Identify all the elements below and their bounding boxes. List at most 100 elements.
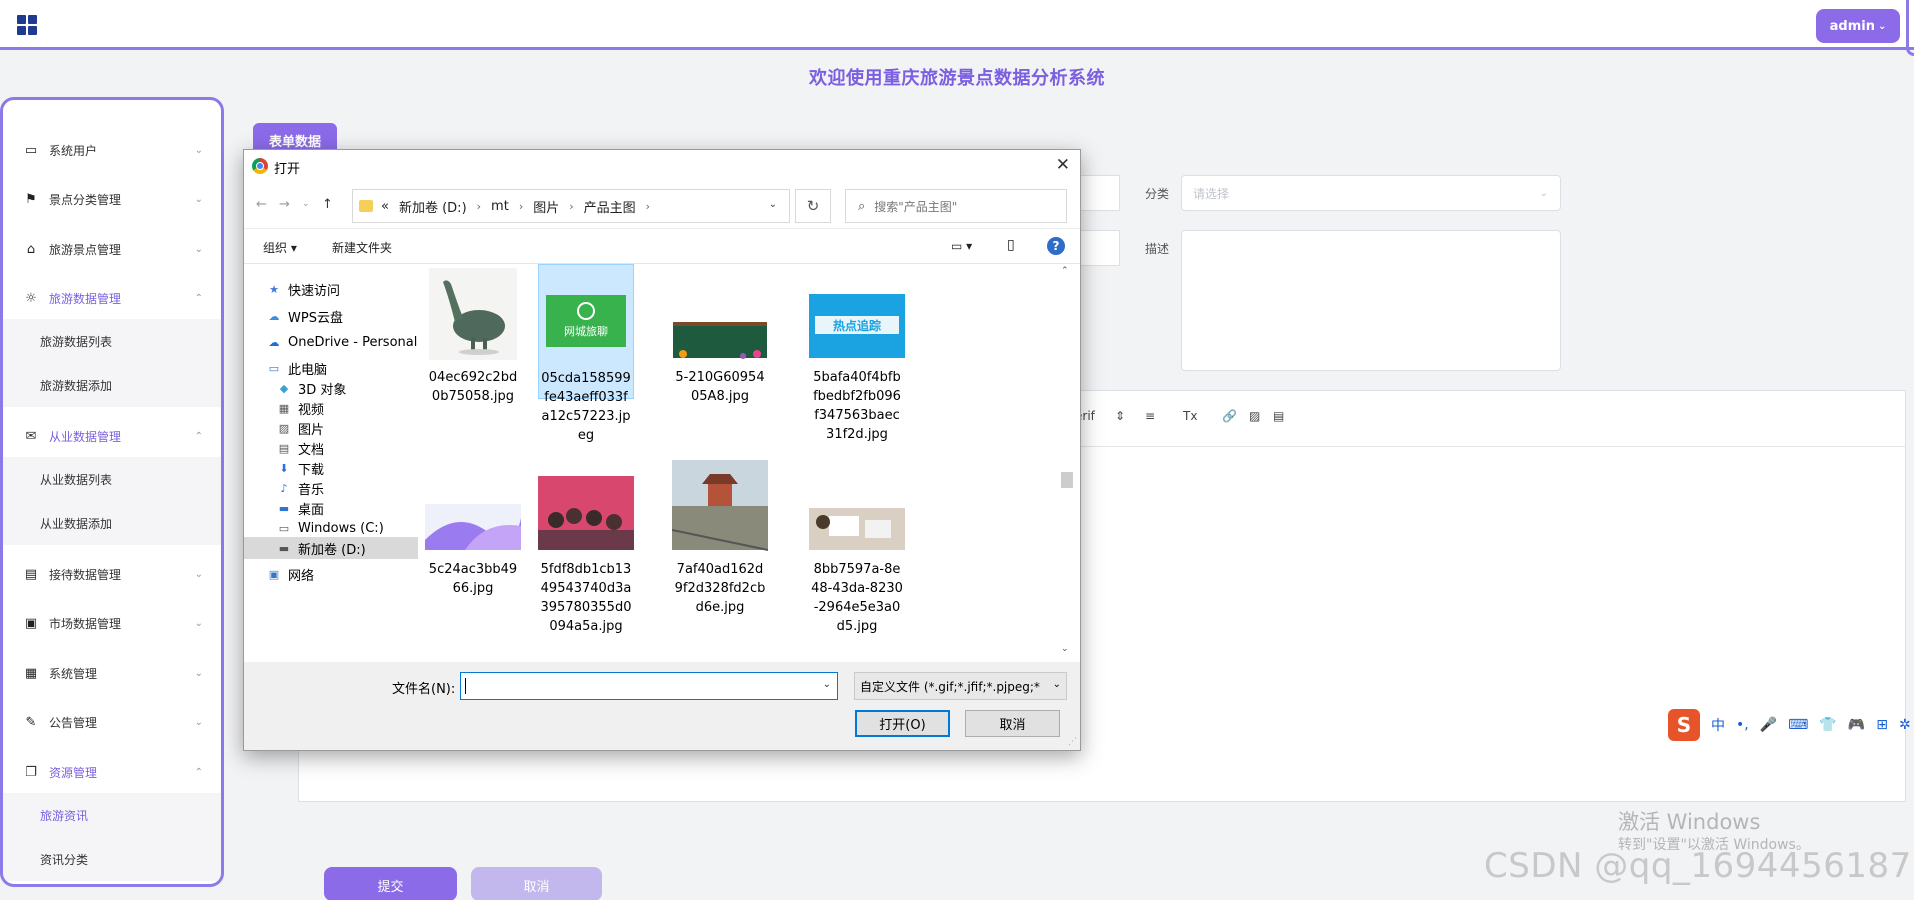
sun-icon: ☼ — [25, 290, 37, 306]
sidebar-item-employment[interactable]: ✉ 从业数据管理 ⌃ — [3, 416, 221, 456]
nav-this-pc[interactable]: ▭ 此电脑 — [266, 357, 327, 379]
image-icon[interactable]: ▨ — [1249, 409, 1260, 423]
chevron-down-icon[interactable]: ⌄ — [823, 679, 831, 690]
nav-drive-c[interactable]: ▭ Windows (C:) — [276, 517, 384, 539]
video-icon[interactable]: ▤ — [1273, 409, 1284, 423]
file-item[interactable]: 5c24ac3bb4966.jpg — [425, 460, 521, 598]
sidebar-item-market[interactable]: ▣ 市场数据管理 ⌄ — [3, 603, 221, 643]
preview-pane-icon[interactable]: ▯ — [1007, 237, 1015, 253]
scroll-down-icon[interactable]: ⌄ — [1061, 644, 1069, 654]
breadcrumb-item[interactable]: 产品主图 — [584, 197, 636, 216]
sidebar-subitem-employment-add[interactable]: 从业数据添加 — [3, 501, 221, 545]
nav-label: 新加卷 (D:) — [298, 542, 366, 558]
field-input-stub[interactable] — [1080, 230, 1120, 266]
sidebar-item-category[interactable]: ⚑ 景点分类管理 ⌄ — [3, 179, 221, 219]
link-icon[interactable]: 🔗 — [1222, 409, 1237, 423]
sidebar-item-reception[interactable]: ▤ 接待数据管理 ⌄ — [3, 554, 221, 594]
chevron-down-icon: ⌄ — [194, 193, 203, 205]
sidebar-item-resource[interactable]: ❐ 资源管理 ⌃ — [3, 752, 221, 792]
up-folder-icon[interactable]: ↑ — [322, 197, 333, 212]
nav-quick-access[interactable]: ★ 快速访问 — [266, 278, 340, 300]
new-folder-button[interactable]: 新建文件夹 — [332, 239, 392, 256]
forward-icon[interactable]: → — [279, 197, 290, 212]
sidebar-subitem-travel-add[interactable]: 旅游数据添加 — [3, 363, 221, 407]
description-textarea[interactable] — [1181, 230, 1561, 371]
file-list-scrollbar[interactable]: ⌃ ⌄ — [1052, 264, 1080, 662]
field-input-stub[interactable] — [1080, 175, 1120, 211]
filename-label: 文件名(N): — [392, 682, 456, 697]
sidebar-subitem-news-category[interactable]: 资讯分类 — [3, 837, 221, 881]
help-icon[interactable]: ? — [1047, 237, 1065, 255]
sidebar-subitem-travel-list[interactable]: 旅游数据列表 — [3, 319, 221, 363]
category-select[interactable]: 请选择 ⌄ — [1181, 175, 1561, 211]
refresh-icon[interactable]: ↻ — [795, 189, 831, 223]
file-item-selected[interactable]: 网城旅聊 05cda158599fe43aeff033fa12c57223.jp… — [538, 264, 634, 443]
file-type-select[interactable]: 自定义文件 (*.gif;*.jfif;*.pjpeg;* ⌄ — [854, 672, 1067, 700]
ime-keyboard-icon[interactable]: ⌨ — [1788, 717, 1808, 733]
recent-locations-icon[interactable]: ⌄ — [302, 199, 310, 209]
sidebar-item-notice[interactable]: ✎ 公告管理 ⌄ — [3, 702, 221, 742]
back-icon[interactable]: ← — [256, 197, 267, 212]
nav-drive-d[interactable]: ▬ 新加卷 (D:) — [244, 537, 418, 559]
sidebar-item-system[interactable]: ▦ 系统管理 ⌄ — [3, 653, 221, 693]
picture-icon: ▨ — [278, 421, 290, 435]
nav-downloads[interactable]: ⬇ 下载 — [276, 457, 324, 479]
file-item[interactable]: 5-210G6095405A8.jpg — [672, 268, 768, 406]
sidebar-item-label: 市场数据管理 — [49, 616, 122, 631]
page-title: 欢迎使用重庆旅游景点数据分析系统 — [809, 68, 1105, 89]
sogou-logo-icon[interactable]: S — [1668, 709, 1700, 741]
align-icon[interactable]: ≡ — [1145, 409, 1155, 423]
ime-microphone-icon[interactable]: 🎤 — [1760, 717, 1777, 733]
search-input[interactable]: ⌕ 搜索"产品主图" — [845, 189, 1067, 223]
ime-punctuation-icon[interactable]: •, — [1736, 717, 1749, 733]
sidebar-subitem-employment-list[interactable]: 从业数据列表 — [3, 457, 221, 501]
csdn-watermark: CSDN @qq_1694456187 — [1484, 846, 1912, 886]
view-options-icon[interactable]: ▭ ▾ — [951, 239, 972, 253]
file-item[interactable]: 04ec692c2bd0b75058.jpg — [425, 268, 521, 406]
open-button[interactable]: 打开(O) — [855, 710, 950, 737]
admin-user-button[interactable]: admin ⌄ — [1816, 9, 1900, 43]
breadcrumb-item[interactable]: 新加卷 (D:) — [399, 197, 467, 216]
sidebar-subitem-news[interactable]: 旅游资讯 — [3, 793, 221, 837]
file-item[interactable]: 热点追踪 5bafa40f4bfbfbedbf2fb096f347563baec… — [809, 268, 905, 444]
nav-videos[interactable]: ▦ 视频 — [276, 397, 324, 419]
ime-settings-icon[interactable]: ✲ — [1899, 717, 1911, 733]
menu-grid-icon[interactable] — [17, 15, 37, 35]
scroll-up-icon[interactable]: ⌃ — [1061, 266, 1069, 276]
file-item[interactable]: 7af40ad162d9f2d328fd2cbd6e.jpg — [672, 460, 768, 617]
sidebar-item-travel-data[interactable]: ☼ 旅游数据管理 ⌃ — [3, 278, 221, 318]
nav-desktop[interactable]: ▬ 桌面 — [276, 497, 324, 519]
dialog-cancel-button[interactable]: 取消 — [965, 710, 1060, 737]
ime-skin-icon[interactable]: 👕 — [1819, 717, 1836, 733]
resize-grip-icon[interactable]: ⋰ — [1068, 737, 1077, 747]
cancel-button[interactable]: 取消 — [471, 867, 602, 900]
breadcrumb-item[interactable]: 图片 — [533, 197, 559, 216]
breadcrumb-overflow[interactable]: « — [381, 199, 389, 214]
nav-pictures[interactable]: ▨ 图片 — [276, 417, 324, 439]
chevron-down-icon[interactable]: ⌄ — [769, 199, 777, 210]
file-item[interactable]: 5fdf8db1cb1349543740d3a395780355d0094a5a… — [538, 460, 634, 636]
address-bar[interactable]: « 新加卷 (D:) › mt › 图片 › 产品主图 › ⌄ — [352, 189, 790, 223]
nav-documents[interactable]: ▤ 文档 — [276, 437, 324, 459]
scrollbar-thumb[interactable] — [1061, 472, 1073, 488]
ime-apps-icon[interactable]: ⊞ — [1876, 717, 1888, 733]
breadcrumb-item[interactable]: mt — [491, 199, 509, 214]
nav-music[interactable]: ♪ 音乐 — [276, 477, 324, 499]
filename-input[interactable]: ⌄ — [460, 672, 838, 700]
clear-format-icon[interactable]: Tx — [1183, 409, 1197, 423]
nav-wps-cloud[interactable]: ☁ WPS云盘 — [266, 305, 343, 327]
nav-label: Windows (C:) — [298, 520, 384, 536]
sidebar-item-users[interactable]: ▭ 系统用户 ⌄ — [3, 130, 221, 170]
ime-chinese-mode[interactable]: 中 — [1711, 715, 1725, 735]
nav-3d-objects[interactable]: ◆ 3D 对象 — [276, 377, 347, 399]
file-item[interactable]: 8bb7597a-8e48-43da-8230-2964e5e3a0d5.jpg — [809, 460, 905, 636]
sidebar-item-scenic[interactable]: ⌂ 旅游景点管理 ⌄ — [3, 229, 221, 269]
chevron-up-icon: ⌃ — [194, 430, 203, 442]
close-icon[interactable]: ✕ — [1056, 155, 1070, 175]
nav-onedrive[interactable]: ☁ OneDrive - Personal — [266, 331, 418, 353]
ime-game-icon[interactable]: 🎮 — [1848, 717, 1865, 733]
organize-button[interactable]: 组织 ▾ — [263, 239, 297, 256]
file-name: 5fdf8db1cb1349543740d3a395780355d0094a5a… — [540, 562, 632, 634]
nav-network[interactable]: ▣ 网络 — [266, 563, 314, 585]
submit-button[interactable]: 提交 — [324, 867, 457, 900]
